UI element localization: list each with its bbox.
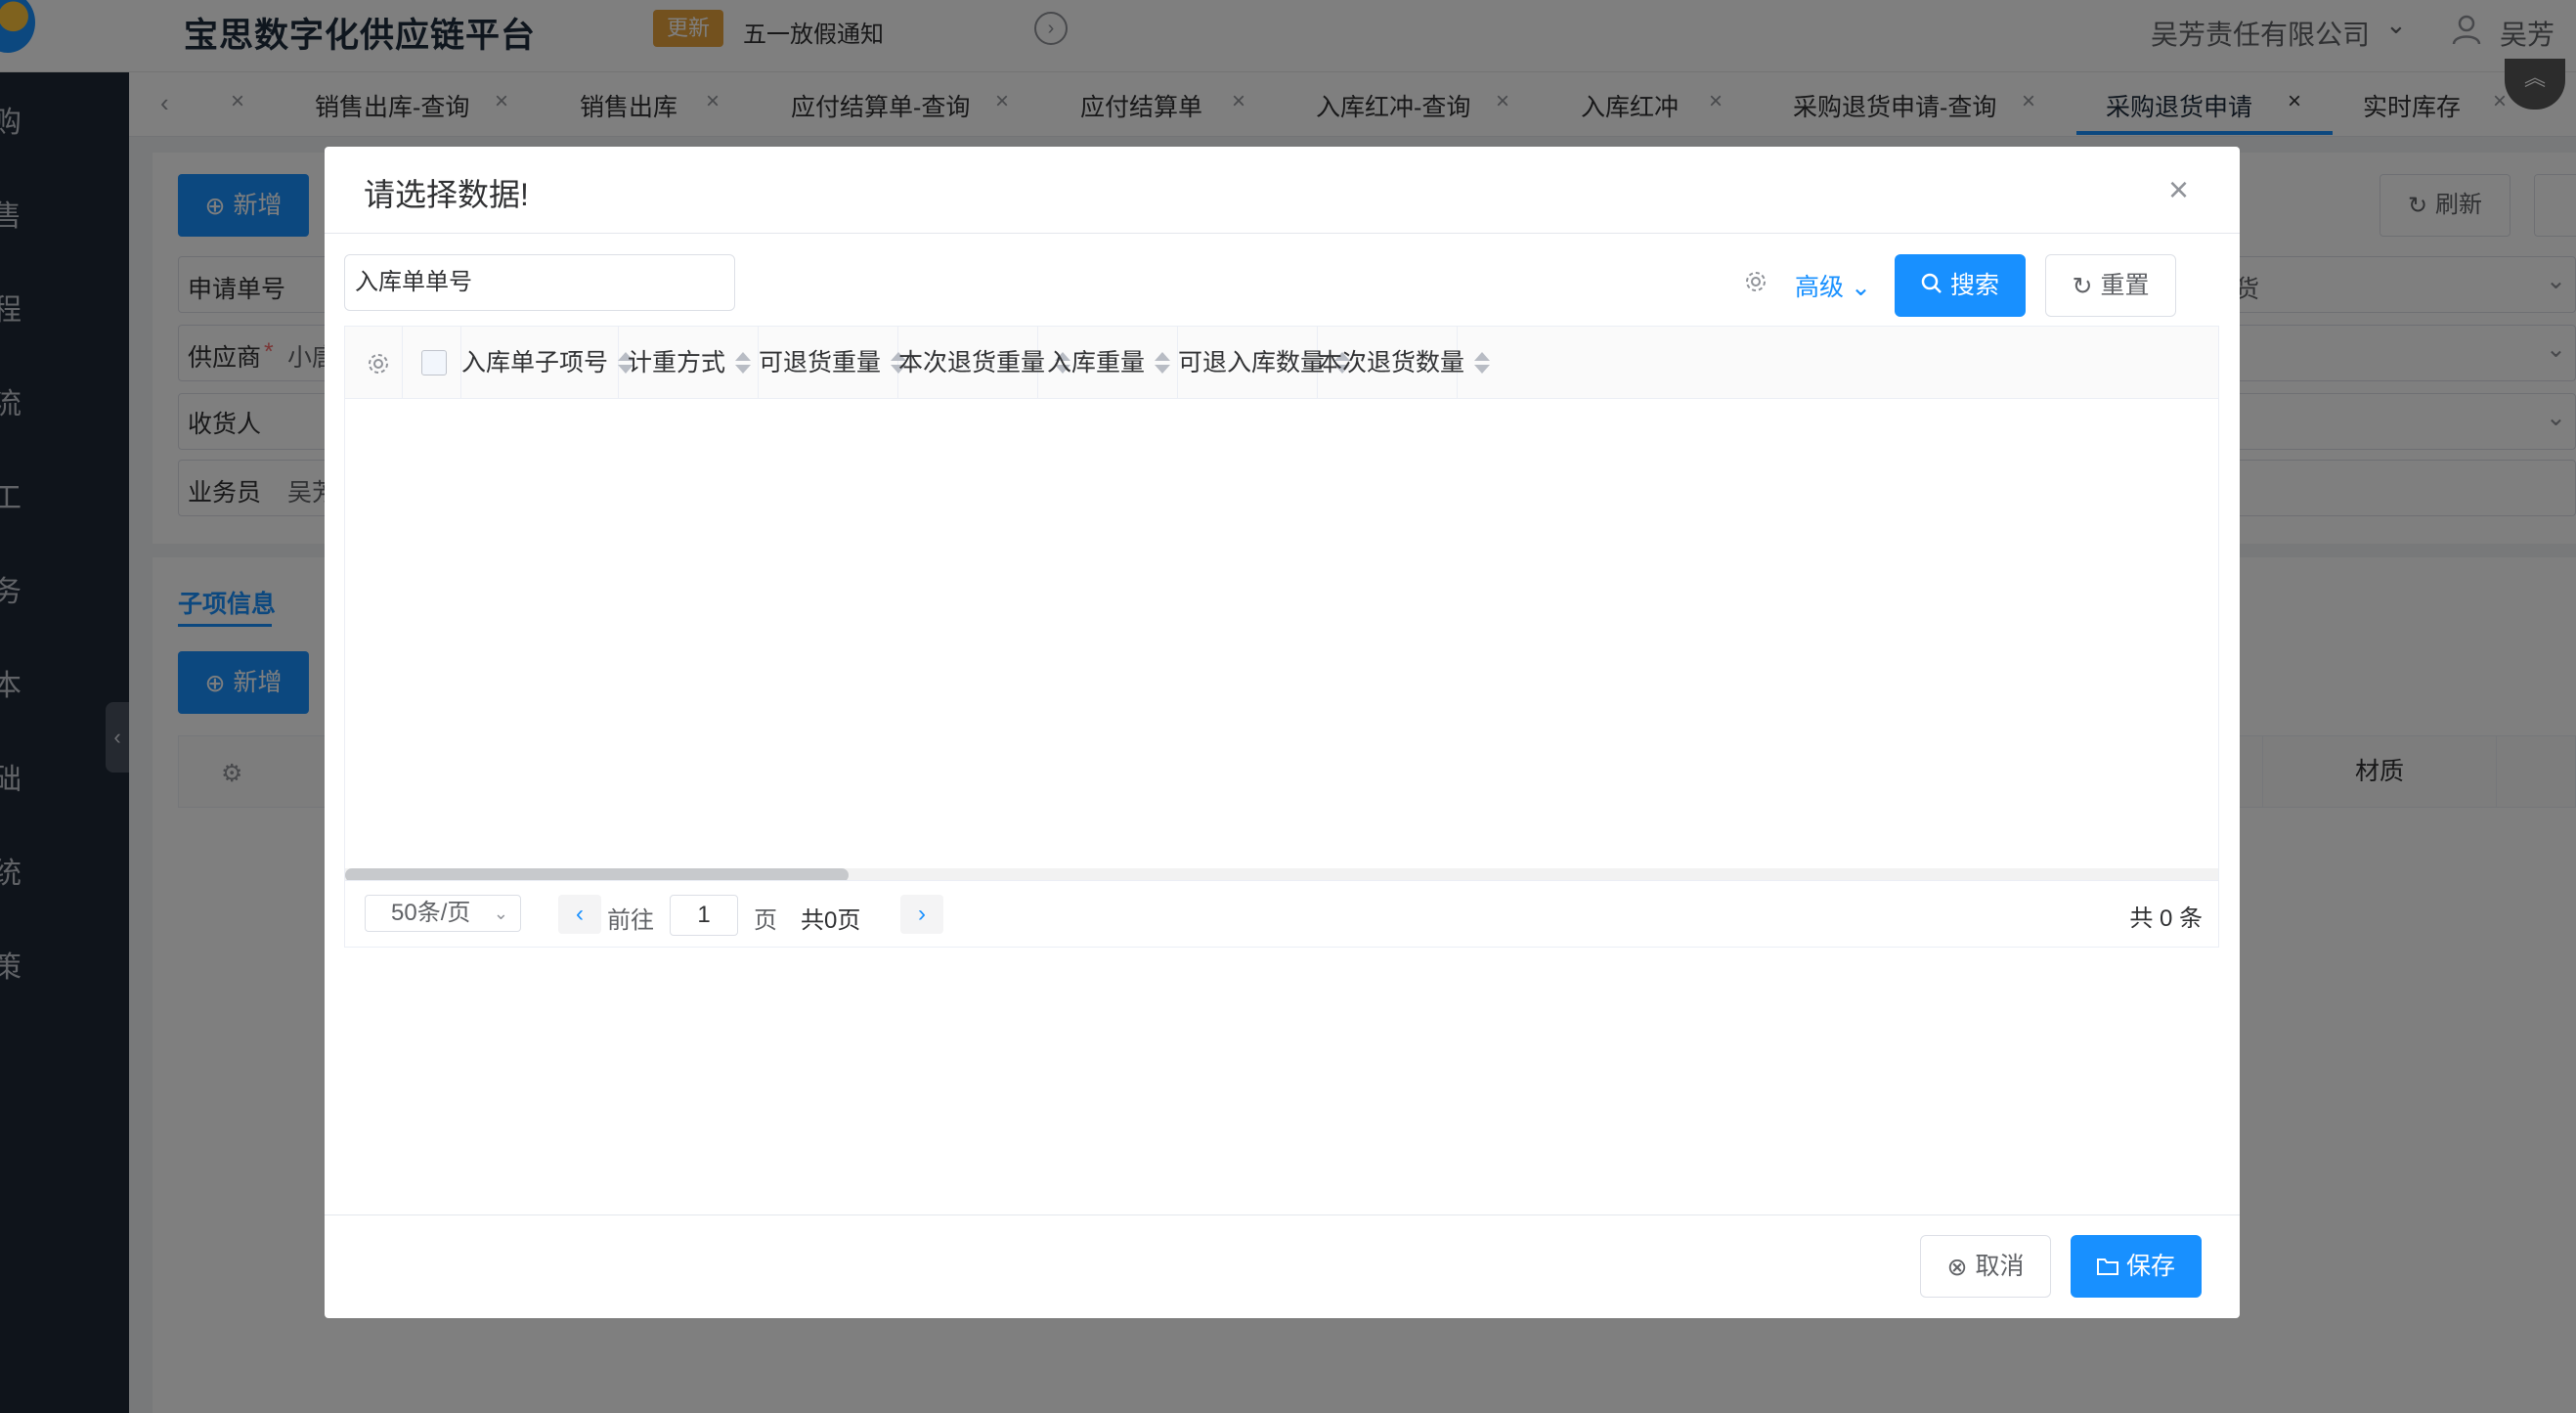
close-icon[interactable]: × <box>2168 172 2189 207</box>
gear-icon[interactable] <box>1744 270 1768 293</box>
sort-icon[interactable] <box>1155 352 1170 375</box>
chevron-down-icon: ⌄ <box>493 904 508 923</box>
prev-page-button[interactable]: ‹ <box>558 895 601 934</box>
select-data-dialog: 请选择数据! × 入库单单号 高级 ⌄ 搜索 ↻ 重置 入库单子项号 计重方式 可… <box>325 147 2240 1318</box>
inbound-no-search-input[interactable]: 入库单单号 <box>344 254 735 311</box>
column-header[interactable]: 可退入库数量 <box>1178 327 1351 399</box>
cancel-circle-icon: ⊗ <box>1946 1254 1968 1282</box>
page-number-input[interactable]: 1 <box>670 895 738 936</box>
dialog-footer-divider <box>325 1214 2240 1215</box>
pagination: 50条/页 ⌄ ‹ 前往 1 页 共0页 › 共 0 条 <box>344 881 2219 948</box>
search-icon <box>1921 255 1943 318</box>
page-unit-label: 页 <box>754 907 777 934</box>
column-header[interactable]: 入库重量 <box>1038 327 1178 399</box>
reset-button[interactable]: ↻ 重置 <box>2045 254 2176 317</box>
sort-icon[interactable] <box>735 352 751 375</box>
select-all-checkbox[interactable] <box>421 350 447 375</box>
total-count: 共 0 条 <box>2129 905 2203 932</box>
chevron-down-icon: ⌄ <box>1850 274 1871 301</box>
goto-label: 前往 <box>607 907 654 934</box>
refresh-icon: ↻ <box>2072 273 2093 301</box>
dialog-header-divider <box>325 233 2240 234</box>
total-pages: 共0页 <box>801 907 861 934</box>
search-button[interactable]: 搜索 <box>1895 254 2026 317</box>
dialog-title: 请选择数据! <box>364 177 529 212</box>
save-button[interactable]: 保存 <box>2071 1235 2202 1298</box>
horizontal-scrollbar-thumb[interactable] <box>345 868 849 880</box>
column-header[interactable]: 入库单子项号 <box>461 327 634 399</box>
column-header[interactable]: 计重方式 <box>619 327 759 399</box>
data-table: 入库单子项号 计重方式 可退货重量 本次退货重量 入库重量 可退入库数量 本次退… <box>344 326 2219 881</box>
next-page-button[interactable]: › <box>900 895 943 934</box>
table-header: 入库单子项号 计重方式 可退货重量 本次退货重量 入库重量 可退入库数量 本次退… <box>345 327 2218 399</box>
advanced-toggle[interactable]: 高级 ⌄ <box>1795 268 1871 303</box>
gear-icon[interactable] <box>367 352 390 375</box>
folder-icon <box>2096 1236 2118 1299</box>
sort-icon[interactable] <box>1474 352 1491 375</box>
column-header[interactable]: 本次退货重量 <box>898 327 1071 399</box>
cancel-button[interactable]: ⊗ 取消 <box>1920 1235 2051 1298</box>
column-header[interactable]: 可退货重量 <box>759 327 907 399</box>
column-header[interactable]: 本次退货数量 <box>1318 327 1491 399</box>
page-size-select[interactable]: 50条/页 ⌄ <box>365 895 521 932</box>
